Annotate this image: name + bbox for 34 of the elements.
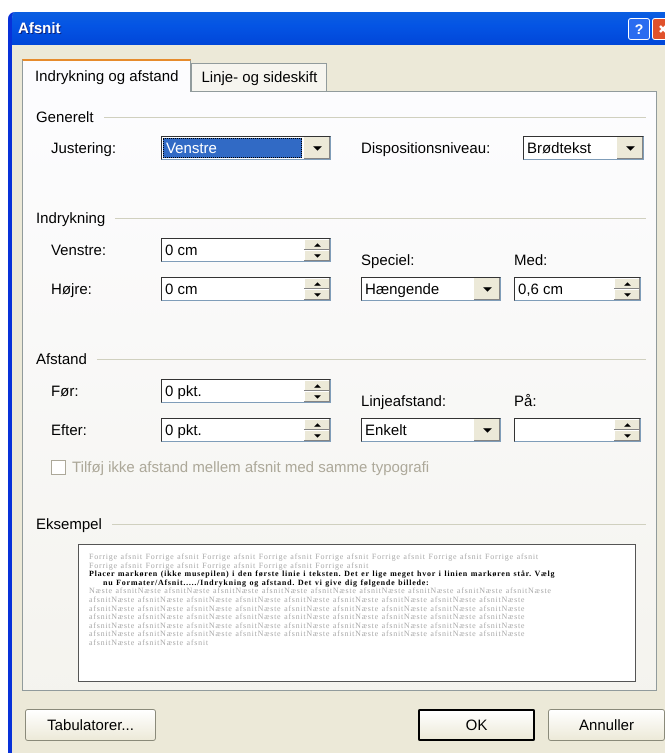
group-title: Generelt	[36, 108, 94, 126]
window-title: Afsnit	[18, 20, 60, 37]
spin-field[interactable]: 0,6 cm	[514, 277, 641, 301]
field-label: Linjeafstand:	[361, 393, 448, 410]
field-label: Højre:	[51, 280, 93, 298]
help-button[interactable]: ?	[628, 18, 650, 40]
field-label: På:	[514, 393, 538, 410]
dropdown[interactable]: Venstre	[161, 136, 331, 160]
field-label: Justering:	[51, 140, 118, 156]
dropdown[interactable]: Brødtekst	[523, 136, 644, 160]
spin-field[interactable]: 0 cm	[161, 238, 331, 262]
group-title: Indrykning	[36, 210, 106, 226]
dropdown[interactable]: Hængende	[361, 277, 501, 301]
field-label: Før:	[51, 382, 80, 400]
field-label: Speciel:	[361, 252, 416, 269]
field-label: Venstre:	[51, 242, 108, 258]
preview-text: Placer markøren (ikke musepilen) i den første linie i teksten. Det er lige meget hvor i linien markøren står. Vælg nu Formater/Afsnit...../Indrykning og afstand. Det vi give dig følgende billede:	[89, 570, 556, 587]
preview-text: Forrige afsnit Forrige afsnit Forrige afsnit Forrige afsnit Forrige afsnit Forrige afsnit Forrige afsnit Forrige afsnit Forrige afsnit Forrige afsnit Forrige afsnit Forrige afsnit Forrige afsnit	[89, 553, 540, 570]
spin-field[interactable]: 0 pkt.	[161, 418, 331, 442]
field-label: Med:	[514, 252, 548, 269]
checkbox-label: Tilføj ikke afstand mellem afsnit med samme typografi	[72, 459, 430, 476]
group-title: Afstand	[36, 350, 87, 368]
group-title: Eksempel	[36, 516, 102, 532]
dialog-button[interactable]: Annuller	[548, 709, 665, 741]
spin-field[interactable]: 0 pkt.	[161, 379, 331, 403]
field-label: Dispositionsniveau:	[361, 140, 492, 156]
dropdown[interactable]: Enkelt	[361, 418, 501, 442]
preview-text: Næste afsnitNæste afsnitNæste afsnitNæste afsnitNæste afsnitNæste afsnitNæste afsnitNæste afsnitNæste afsnitNæste afsnitNæste afsnitNæste afsnitNæste afsnitNæste afsnitNæste afsnitNæste afsnitNæste afsnitNæste afsnitNæste afsnitNæste afsnitNæste afsnitNæste afsnitNæste afsnitNæste afsnitNæste afsnitNæste afsnitNæste afsnitNæste afsnitNæste afsnitNæste afsnitNæste afsnitNæste afsnitNæste afsnitNæste afsnitNæste afsnitNæste afsnitNæste afsnitNæste afsnitNæste afsnitNæste afsnitNæste afsnitNæste afsnitNæste afsnitNæste afsnitNæste afsnitNæste afsnitNæste afsnitNæste afsnitNæste afsnitNæste afsnitNæste afsnitNæste afsnitNæste afsnitNæste afsnitNæste afsnitNæste afsnitNæste afsnit	[89, 587, 553, 648]
dialog-button[interactable]: OK	[418, 709, 535, 741]
spin-field[interactable]: 0 cm	[161, 277, 331, 301]
field-label: Efter:	[51, 422, 88, 438]
tab[interactable]: Linje- og sideskift	[191, 63, 328, 91]
dialog-button[interactable]: Tabulatorer...	[25, 709, 156, 741]
tab[interactable]: Indrykning og afstand	[22, 59, 192, 92]
